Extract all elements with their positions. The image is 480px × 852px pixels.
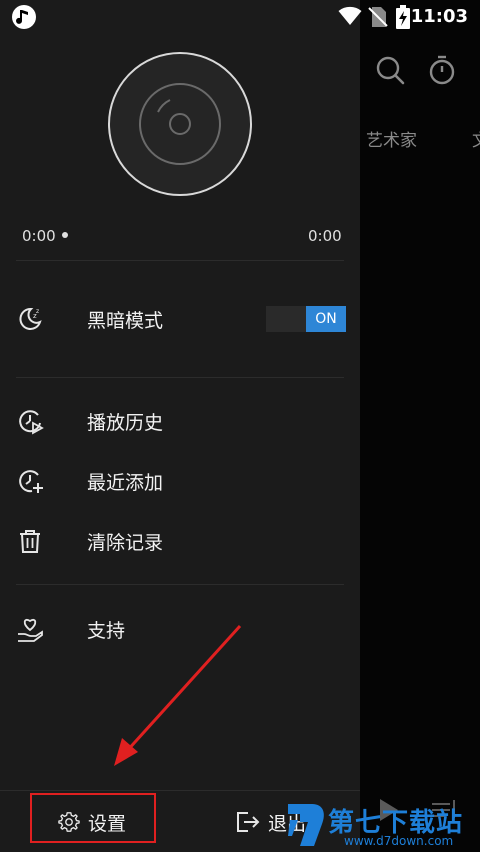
divider [16, 584, 344, 585]
menu-label-recently-added: 最近添加 [87, 472, 164, 494]
no-sim-icon [368, 7, 388, 27]
search-icon[interactable] [374, 54, 406, 86]
moon-icon: z z [19, 307, 42, 330]
dark-mode-toggle[interactable]: ON [266, 306, 346, 332]
current-time: 0:00 [22, 227, 56, 245]
settings-label: 设置 [88, 813, 127, 835]
timer-icon[interactable] [426, 54, 458, 86]
disc-icon [139, 83, 221, 165]
divider [16, 377, 344, 378]
menu-item-clear-records[interactable]: 清除记录 [0, 513, 360, 569]
annotation-arrow [114, 624, 242, 766]
status-time: 11:03 [410, 6, 468, 27]
exit-icon [237, 812, 260, 832]
heart-hand-icon [18, 618, 43, 642]
d7-logo-icon [288, 804, 324, 846]
divider [16, 260, 344, 261]
menu-label-dark-mode: 黑暗模式 [87, 310, 164, 332]
trash-icon [20, 530, 40, 553]
menu-item-recently-added[interactable]: 最近添加 [0, 453, 360, 509]
total-time: 0:00 [308, 227, 342, 245]
clock-add-icon [19, 470, 43, 493]
menu-label-clear-records: 清除记录 [87, 532, 164, 554]
tab-next[interactable]: 文 [472, 126, 480, 151]
status-bar: 11:03 [0, 0, 480, 34]
toggle-on-label: ON [306, 306, 346, 332]
music-notification-icon [12, 5, 36, 29]
menu-item-history[interactable]: 播放历史 [0, 393, 360, 449]
seek-thumb[interactable] [62, 232, 68, 238]
wifi-icon [338, 6, 362, 25]
menu-label-history: 播放历史 [87, 412, 164, 434]
album-art-disc[interactable] [108, 52, 252, 196]
gear-icon [58, 812, 80, 832]
watermark-url: www.d7down.com [344, 834, 454, 848]
history-play-icon [19, 410, 44, 435]
svg-text:z: z [36, 308, 39, 315]
watermark: 第七下载站 www.d7down.com [286, 800, 480, 852]
battery-charging-icon [396, 5, 410, 29]
tab-artist[interactable]: 艺术家 [366, 126, 417, 151]
